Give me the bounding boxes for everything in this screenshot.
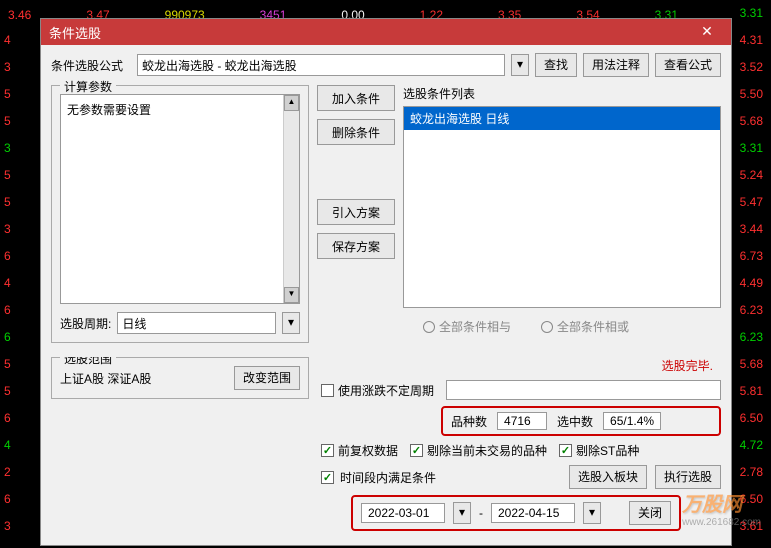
selected-value: 65/1.4% [603,412,661,430]
scroll-up-icon[interactable]: ▲ [284,95,299,111]
formula-input[interactable]: 蛟龙出海选股 - 蛟龙出海选股 [137,54,505,76]
range-fieldset: 选股范围 上证A股 深证A股 改变范围 [51,357,309,399]
condition-list-label: 选股条件列表 [403,85,721,102]
params-scrollbar[interactable]: ▲ ▼ [283,95,299,303]
radio-icon [423,321,435,333]
save-plan-button[interactable]: 保存方案 [317,233,395,259]
uncertain-period-label: 使用涨跌不定周期 [338,382,434,399]
radio-or[interactable]: 全部条件相或 [541,318,629,335]
bg-left-column: 4 3 5 5 3 5 5 3 6 4 6 6 5 5 6 4 2 6 3 [4,27,11,540]
formula-label: 条件选股公式 [51,57,131,74]
date-start-dropdown-icon[interactable]: ▾ [453,502,471,524]
status-text: 选股完毕. [321,357,721,374]
remove-untrade-checkbox[interactable] [410,444,423,457]
adj-label: 前复权数据 [338,442,398,459]
time-satisfy-checkbox[interactable] [321,471,334,484]
time-satisfy-label: 时间段内满足条件 [340,469,436,486]
range-text: 上证A股 深证A股 [60,370,226,387]
remove-st-checkbox[interactable] [559,444,572,457]
dialog-titlebar[interactable]: 条件选股 ✕ [41,19,731,45]
scroll-down-icon[interactable]: ▼ [284,287,299,303]
add-condition-button[interactable]: 加入条件 [317,85,395,111]
search-button[interactable]: 查找 [535,53,577,77]
import-plan-button[interactable]: 引入方案 [317,199,395,225]
uncertain-period-checkbox[interactable] [321,384,334,397]
radio-and[interactable]: 全部条件相与 [423,318,511,335]
formula-dropdown-icon[interactable]: ▾ [511,54,529,76]
adj-checkbox[interactable] [321,444,334,457]
condition-stock-dialog: 条件选股 ✕ 条件选股公式 蛟龙出海选股 - 蛟龙出海选股 ▾ 查找 用法注释 … [40,18,732,546]
remove-st-label: 剔除ST品种 [576,442,639,459]
bg-right-column: 3.31 4.31 3.52 5.50 5.68 3.31 5.24 5.47 … [740,0,763,540]
radio-icon [541,321,553,333]
view-formula-button[interactable]: 查看公式 [655,53,721,77]
execute-button[interactable]: 执行选股 [655,465,721,489]
condition-list[interactable]: 蛟龙出海选股 日线 [403,106,721,308]
select-to-block-button[interactable]: 选股入板块 [569,465,647,489]
selected-label: 选中数 [557,413,593,430]
params-title: 计算参数 [60,78,116,95]
close-button[interactable]: ✕ [687,21,727,43]
remove-untrade-label: 剔除当前未交易的品种 [427,442,547,459]
period-label: 选股周期: [60,315,111,332]
change-range-button[interactable]: 改变范围 [234,366,300,390]
list-item[interactable]: 蛟龙出海选股 日线 [404,107,720,130]
date-start-input[interactable]: 2022-03-01 [361,503,445,523]
range-title: 选股范围 [60,357,116,367]
variety-value: 4716 [497,412,547,430]
params-box: 无参数需要设置 ▲ ▼ [60,94,300,304]
date-end-dropdown-icon[interactable]: ▾ [583,502,601,524]
dialog-title: 条件选股 [49,23,687,42]
uncertain-period-input[interactable] [446,380,721,400]
remove-condition-button[interactable]: 删除条件 [317,119,395,145]
period-select[interactable]: 日线 [117,312,276,334]
usage-button[interactable]: 用法注释 [583,53,649,77]
params-fieldset: 计算参数 无参数需要设置 ▲ ▼ 选股周期: 日线 ▾ [51,85,309,343]
period-dropdown-icon[interactable]: ▾ [282,312,300,334]
date-range-row: 2022-03-01 ▾ - 2022-04-15 ▾ 关闭 [351,495,681,531]
variety-label: 品种数 [451,413,487,430]
close-button-bottom[interactable]: 关闭 [629,501,671,525]
stats-row: 品种数 4716 选中数 65/1.4% [441,406,721,436]
no-params-text: 无参数需要设置 [67,103,151,117]
date-end-input[interactable]: 2022-04-15 [491,503,575,523]
